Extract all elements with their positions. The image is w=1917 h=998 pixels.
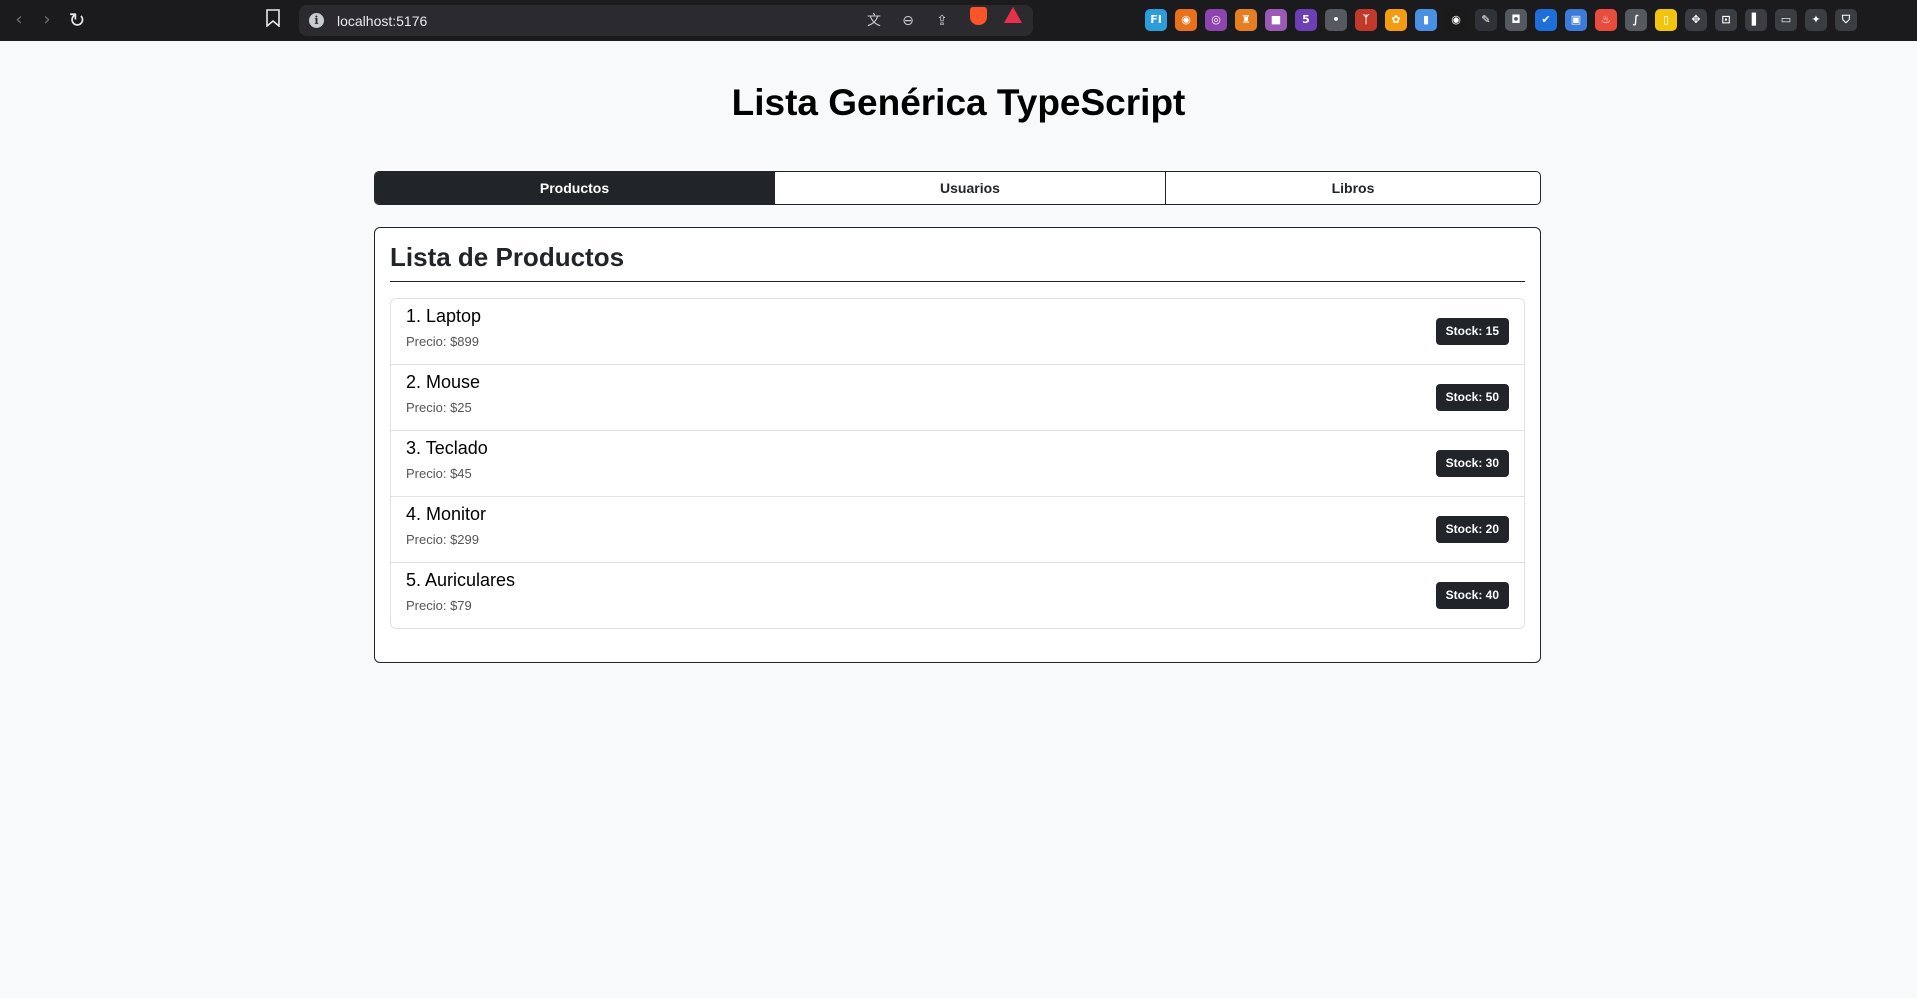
fire-extension-icon[interactable]: ♨ — [1595, 9, 1617, 31]
stock-badge: Stock: 40 — [1435, 582, 1509, 609]
site-info-icon[interactable]: i — [309, 13, 324, 28]
address-bar[interactable]: i localhost:5176 文 ⊖ ⇪ — [299, 5, 1033, 36]
tab-bar: Productos Usuarios Libros — [374, 171, 1541, 205]
item-price: Precio: $25 — [406, 400, 472, 415]
list-item: 3. Teclado Precio: $45 Stock: 30 — [391, 431, 1524, 497]
chess-extension-icon[interactable]: ♜ — [1235, 9, 1257, 31]
stock-badge: Stock: 50 — [1435, 384, 1509, 411]
orange-circle-extension-icon[interactable]: ◉ — [1175, 9, 1197, 31]
item-name: 3. Teclado — [406, 438, 488, 458]
check-extension-icon[interactable]: ✔ — [1535, 9, 1557, 31]
share-icon[interactable]: ⇪ — [933, 12, 951, 30]
url-text[interactable]: localhost:5176 — [337, 13, 427, 29]
item-name: 1. Laptop — [406, 306, 482, 326]
purple-circle-extension-icon[interactable]: ◎ — [1205, 9, 1227, 31]
list-card: Lista de Productos 1. Laptop Precio: $89… — [374, 227, 1541, 663]
list-item: 1. Laptop Precio: $899 Stock: 15 — [391, 299, 1524, 365]
brave-rewards-icon[interactable] — [1004, 7, 1022, 23]
item-price: Precio: $899 — [406, 334, 479, 349]
camera-extension-icon[interactable]: ◘ — [1505, 9, 1527, 31]
tab-productos[interactable]: Productos — [375, 172, 775, 204]
title-divider — [390, 281, 1525, 282]
item-name: 5. Auriculares — [406, 570, 516, 590]
item-price: Precio: $45 — [406, 466, 472, 481]
dot-extension-icon[interactable]: • — [1325, 9, 1347, 31]
stock-badge: Stock: 20 — [1435, 516, 1509, 543]
stock-badge: Stock: 30 — [1435, 450, 1509, 477]
page-title: Lista Genérica TypeScript — [731, 82, 1186, 123]
product-list: 1. Laptop Precio: $899 Stock: 15 2. Mous… — [390, 298, 1525, 629]
list-item: 4. Monitor Precio: $299 Stock: 20 — [391, 497, 1524, 563]
tool-extension-icon[interactable]: ✎ — [1475, 9, 1497, 31]
tab-usuarios[interactable]: Usuarios — [775, 172, 1166, 204]
item-name: 2. Mouse — [406, 372, 481, 392]
list-title: Lista de Productos — [390, 242, 625, 272]
forward-arrow-icon[interactable]: › — [36, 9, 58, 31]
back-arrow-icon[interactable]: ‹ — [8, 9, 30, 31]
fi-extension-icon[interactable]: FI — [1145, 9, 1167, 31]
eye-extension-icon[interactable]: ◉ — [1445, 9, 1467, 31]
zoom-icon[interactable]: ⊖ — [899, 12, 917, 30]
sidebar-icon[interactable]: ▌ — [1745, 9, 1767, 31]
stock-badge: Stock: 15 — [1435, 318, 1509, 345]
item-price: Precio: $299 — [406, 532, 479, 547]
item-price: Precio: $79 — [406, 598, 472, 613]
item-name: 4. Monitor — [406, 504, 487, 524]
badge-extension-icon[interactable]: 5 — [1295, 9, 1317, 31]
reload-icon[interactable]: ↻ — [66, 9, 88, 31]
list-item: 5. Auriculares Precio: $79 Stock: 40 — [391, 563, 1524, 628]
brave-shields-icon[interactable] — [970, 7, 987, 25]
tab-libros[interactable]: Libros — [1166, 172, 1540, 204]
leo-ai-icon[interactable]: ✦ — [1805, 9, 1827, 31]
chat-extension-icon[interactable]: ■ — [1265, 9, 1287, 31]
translate-icon[interactable]: 文 — [865, 12, 883, 30]
note-extension-icon[interactable]: ▯ — [1655, 9, 1677, 31]
window-extension-icon[interactable]: ▣ — [1565, 9, 1587, 31]
browser-toolbar: ‹ › ↻ i localhost:5176 文 ⊖ ⇪ FI ◉ ◎ ♜ ■ 5 • ᛉ ✿ ▮… — [0, 0, 1917, 41]
puzzle-extension-icon[interactable]: ✥ — [1685, 9, 1707, 31]
tree-extension-icon[interactable]: ᛉ — [1355, 9, 1377, 31]
screenshot-extension-icon[interactable]: ⊡ — [1715, 9, 1737, 31]
gear-extension-icon[interactable]: ✿ — [1385, 9, 1407, 31]
list-item: 2. Mouse Precio: $25 Stock: 50 — [391, 365, 1524, 431]
vpn-shield-icon[interactable]: ⛉ — [1835, 9, 1857, 31]
doc-extension-icon[interactable]: ▮ — [1415, 9, 1437, 31]
bookmark-icon[interactable] — [266, 9, 286, 31]
pen-extension-icon[interactable]: ∫ — [1625, 9, 1647, 31]
extensions-bar: FI ◉ ◎ ♜ ■ 5 • ᛉ ✿ ▮ ◉ ✎ ◘ ✔ ▣ ♨ ∫ ▯ ✥ ⊡ ▌ ▭ ✦ ⛉ — [1145, 9, 1857, 31]
wallet-icon[interactable]: ▭ — [1775, 9, 1797, 31]
